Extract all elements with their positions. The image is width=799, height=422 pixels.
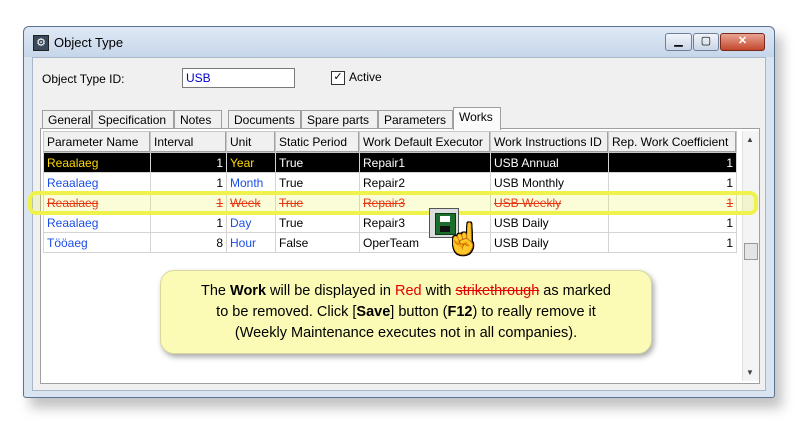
cell-interval[interactable]: 8 <box>150 232 227 253</box>
tab-works[interactable]: Works <box>453 107 501 130</box>
tab-parameters[interactable]: Parameters <box>378 110 453 129</box>
cell-parameter-name[interactable]: Reaalaeg <box>43 172 151 193</box>
col-work-instructions-id[interactable]: Work Instructions ID <box>490 131 609 153</box>
cell-unit[interactable]: Year <box>226 152 276 173</box>
scroll-thumb[interactable] <box>744 243 758 260</box>
tab-notes[interactable]: Notes <box>174 110 222 129</box>
callout-text: as marked <box>539 283 611 299</box>
tab-general[interactable]: General <box>42 110 92 129</box>
cell-instructions-id[interactable]: USB Monthly <box>490 172 609 193</box>
active-checkbox[interactable]: ✓ <box>331 71 345 85</box>
callout-strikethrough: strikethrough <box>455 283 540 299</box>
cell-unit[interactable]: Hour <box>226 232 276 253</box>
cell-static-period[interactable]: True <box>275 212 360 233</box>
callout-text: The <box>201 283 231 299</box>
cell-executor[interactable]: Repair2 <box>359 172 491 193</box>
table-row[interactable]: Tööaeg 8 Hour False OperTeam USB Daily 1 <box>43 232 737 253</box>
cell-parameter-name[interactable]: Reaalaeg <box>43 152 151 173</box>
cell-coefficient[interactable]: 1 <box>608 172 737 193</box>
scroll-down-icon[interactable]: ▼ <box>746 368 754 377</box>
table-row[interactable]: Reaalaeg 1 Month True Repair2 USB Monthl… <box>43 172 737 193</box>
vertical-scrollbar[interactable]: ▲ ▼ <box>742 131 759 381</box>
callout-f12: F12 <box>447 304 473 320</box>
cell-interval[interactable]: 1 <box>150 212 227 233</box>
tab-documents[interactable]: Documents <box>228 110 301 129</box>
deleted-row-highlight <box>28 191 758 215</box>
app-icon: ⚙ <box>33 35 49 51</box>
cell-coefficient[interactable]: 1 <box>608 232 737 253</box>
cell-static-period[interactable]: True <box>275 152 360 173</box>
cell-static-period[interactable]: True <box>275 172 360 193</box>
object-type-id-input[interactable] <box>182 68 295 88</box>
maximize-button[interactable]: ▢ <box>693 33 719 51</box>
callout-save: Save <box>356 304 391 320</box>
cell-instructions-id[interactable]: USB Daily <box>490 212 609 233</box>
cell-instructions-id[interactable]: USB Daily <box>490 232 609 253</box>
callout-red: Red <box>394 283 422 299</box>
callout-text: to be removed. Click [ <box>216 304 357 320</box>
col-parameter-name[interactable]: Parameter Name <box>43 131 151 153</box>
cell-instructions-id[interactable]: USB Annual <box>490 152 609 173</box>
window-title: Object Type <box>54 35 124 50</box>
tab-spare-parts[interactable]: Spare parts <box>301 110 378 129</box>
callout-text: with <box>421 283 456 299</box>
table-row[interactable]: Reaalaeg 1 Year True Repair1 USB Annual … <box>43 152 737 173</box>
cell-unit[interactable]: Day <box>226 212 276 233</box>
active-label: Active <box>349 70 382 84</box>
col-interval[interactable]: Interval <box>150 131 227 153</box>
tab-specification[interactable]: Specification <box>92 110 174 129</box>
cell-coefficient[interactable]: 1 <box>608 152 737 173</box>
cell-parameter-name[interactable]: Reaalaeg <box>43 212 151 233</box>
title-bar[interactable]: ⚙ Object Type ▁ ▢ ✕ <box>24 27 774 57</box>
cell-parameter-name[interactable]: Tööaeg <box>43 232 151 253</box>
callout-note: The Work will be displayed in Red with s… <box>160 270 652 354</box>
cell-interval[interactable]: 1 <box>150 152 227 173</box>
callout-text: will be displayed in <box>266 283 395 299</box>
minimize-button[interactable]: ▁ <box>665 33 692 51</box>
callout-text: ] button ( <box>390 304 448 320</box>
cell-static-period[interactable]: False <box>275 232 360 253</box>
cell-interval[interactable]: 1 <box>150 172 227 193</box>
cell-coefficient[interactable]: 1 <box>608 212 737 233</box>
callout-text: ) to really remove it <box>472 304 596 320</box>
cell-executor[interactable]: Repair1 <box>359 152 491 173</box>
callout-work: Work <box>230 283 267 299</box>
close-button[interactable]: ✕ <box>720 33 765 51</box>
object-type-id-label: Object Type ID: <box>42 72 125 86</box>
col-static-period[interactable]: Static Period <box>275 131 360 153</box>
grid-header: Parameter Name Interval Unit Static Peri… <box>43 131 737 153</box>
col-unit[interactable]: Unit <box>226 131 276 153</box>
col-rep-work-coefficient[interactable]: Rep. Work Coefficient <box>608 131 737 153</box>
hand-cursor-icon: ☝ <box>445 223 483 256</box>
table-row[interactable]: Reaalaeg 1 Day True Repair3 USB Daily 1 <box>43 212 737 233</box>
cell-unit[interactable]: Month <box>226 172 276 193</box>
callout-text: (Weekly Maintenance executes not in all … <box>234 325 578 341</box>
scroll-up-icon[interactable]: ▲ <box>746 135 754 144</box>
col-work-default-executor[interactable]: Work Default Executor <box>359 131 491 153</box>
